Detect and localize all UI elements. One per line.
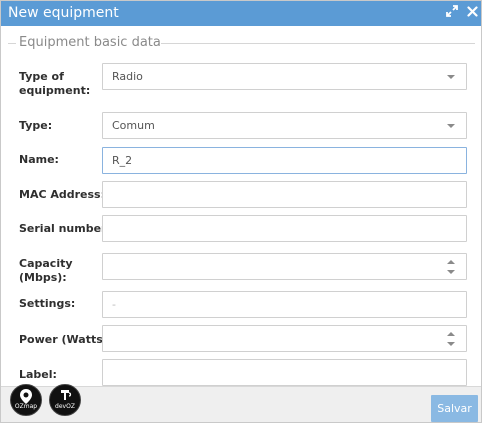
label-input[interactable] [102,359,467,386]
label-field-label: Label: [19,368,57,381]
ozmap-logo-text: OZmap [14,403,38,410]
section-legend: Equipment basic data [19,35,161,50]
close-icon[interactable] [465,4,479,18]
type-label: Type: [19,119,53,132]
title-bar-actions [445,4,479,18]
ozmap-logo[interactable]: OZmap [10,384,42,416]
name-label: Name: [19,153,59,166]
type-of-equipment-select[interactable]: Radio [102,63,467,90]
devoz-logo-text: devOZ [55,403,75,410]
dialog-title: New equipment [8,5,119,21]
mac-address-input[interactable] [102,181,467,208]
expand-icon[interactable] [445,4,459,18]
settings-label: Settings: [19,297,76,310]
type-select[interactable]: Comum [102,112,467,139]
spin-up-icon[interactable] [447,332,455,336]
new-equipment-dialog: New equipment Equipment basic data Type … [0,0,482,423]
settings-input[interactable]: - [102,291,467,318]
power-label: Power (Watts): [19,333,113,346]
spin-down-icon[interactable] [447,270,455,274]
spinner-icon[interactable] [447,332,456,346]
type-of-equipment-value: Radio [112,70,143,83]
mac-address-label: MAC Address: [19,188,106,201]
spin-down-icon[interactable] [447,342,455,346]
serial-number-input[interactable] [102,215,467,242]
title-bar: New equipment [1,1,481,26]
capacity-input[interactable] [102,253,467,280]
settings-placeholder: - [112,298,116,311]
chevron-down-icon [447,124,455,128]
power-input[interactable] [102,325,467,352]
name-value: R_2 [112,154,133,167]
capacity-label: Capacity (Mbps): [19,257,73,284]
spin-up-icon[interactable] [447,260,455,264]
type-value: Comum [112,119,155,132]
spinner-icon[interactable] [447,260,456,274]
devoz-logo[interactable]: devOZ [49,384,81,416]
chevron-down-icon [447,75,455,79]
legend-line-left [8,43,16,44]
legend-line-right [161,43,475,44]
name-input[interactable]: R_2 [102,147,467,174]
save-button[interactable]: Salvar [431,395,478,422]
type-of-equipment-label: Type of equipment: [19,70,91,97]
serial-number-label: Serial number: [19,222,111,235]
